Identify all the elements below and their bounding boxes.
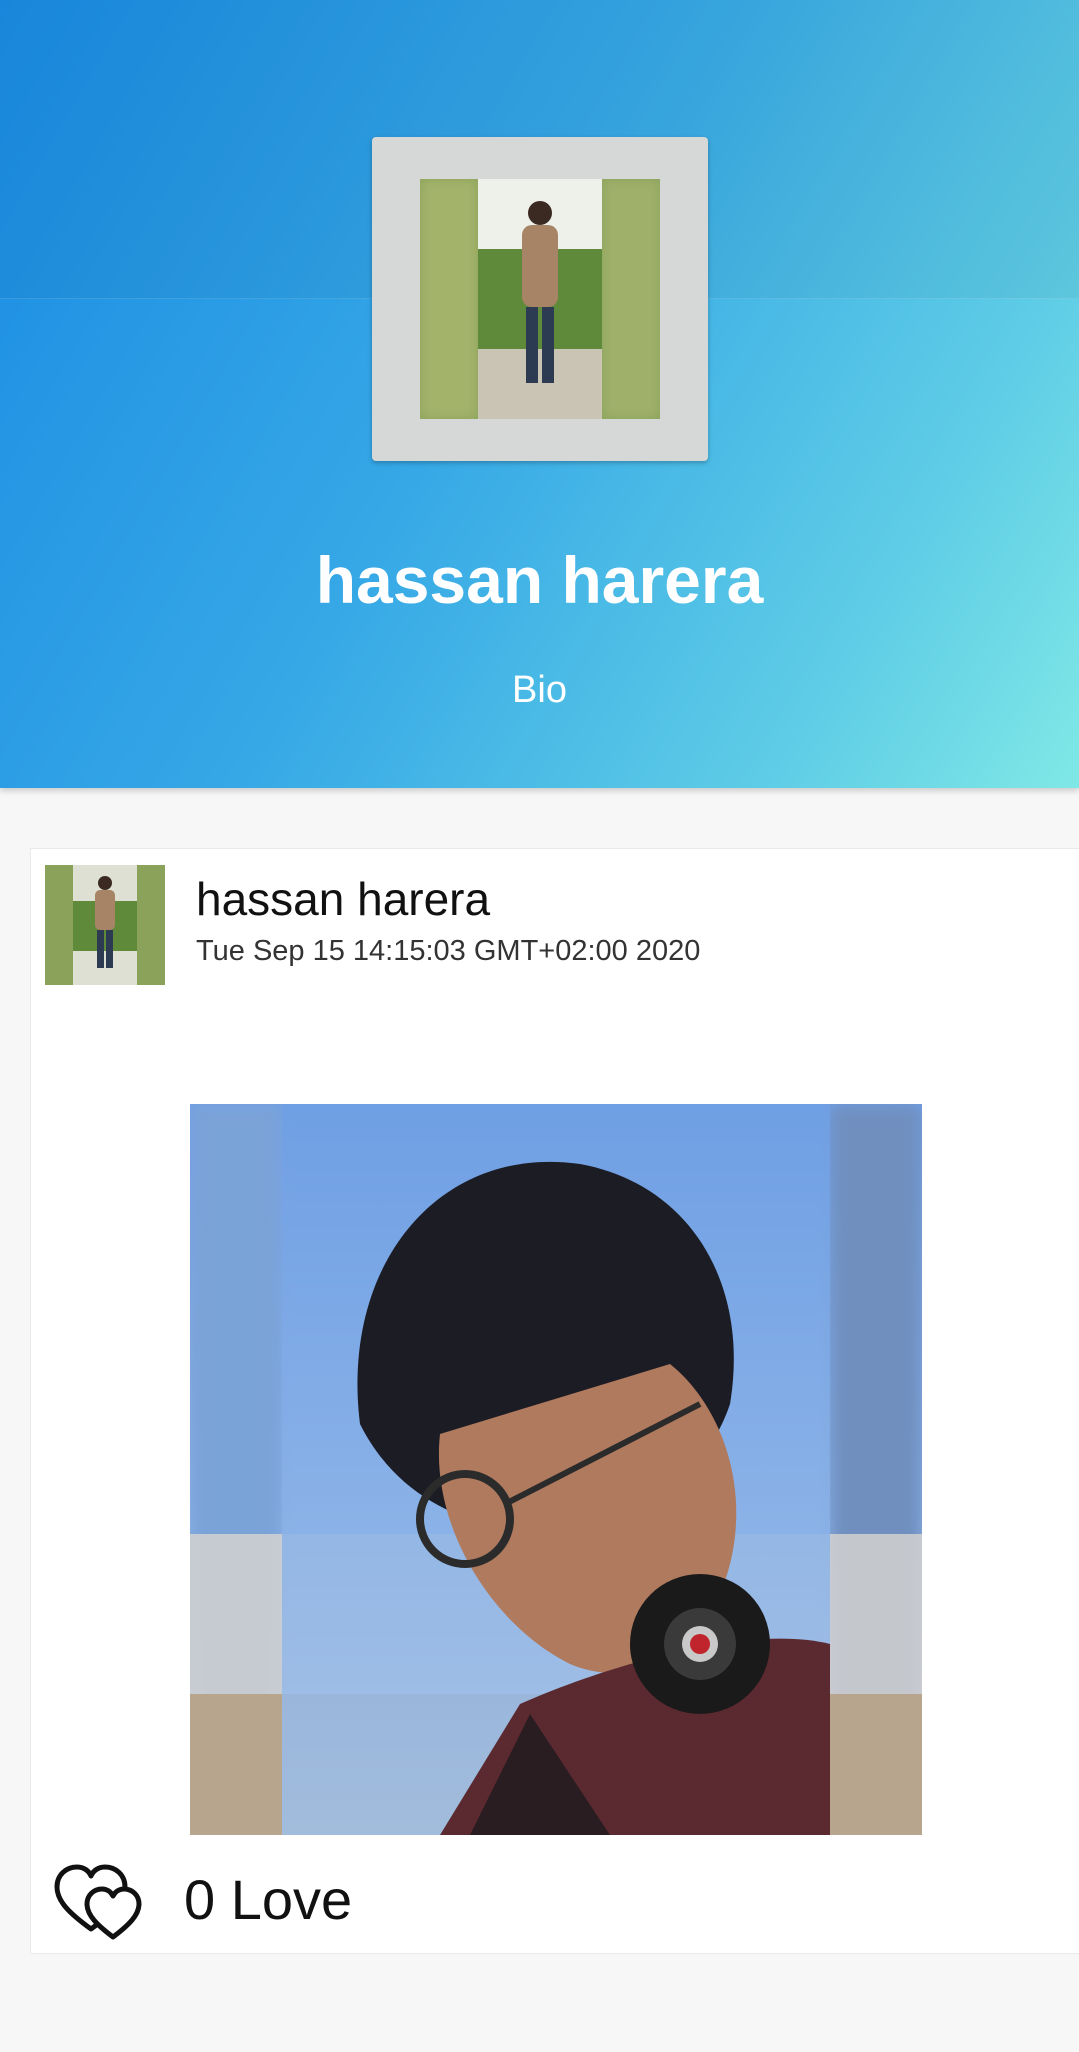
- avatar-person-illustration: [420, 179, 660, 419]
- love-button[interactable]: [51, 1857, 151, 1945]
- post-card: hassan harera Tue Sep 15 14:15:03 GMT+02…: [30, 848, 1079, 1954]
- hearts-icon: [54, 1864, 142, 1940]
- post-author-avatar[interactable]: [45, 865, 165, 985]
- profile-avatar-photo: [420, 179, 660, 419]
- thumb-person-illustration: [45, 865, 165, 985]
- profile-header: hassan harera Bio: [0, 0, 1079, 788]
- profile-avatar-frame[interactable]: [372, 137, 708, 461]
- love-count: 0 Love: [184, 1868, 353, 1931]
- profile-bio: Bio: [512, 669, 567, 711]
- profile-name: hassan harera: [315, 543, 764, 617]
- post-timestamp: Tue Sep 15 14:15:03 GMT+02:00 2020: [196, 935, 701, 967]
- post-image[interactable]: [190, 1104, 922, 1835]
- post-photo-illustration: [190, 1104, 922, 1835]
- post-author-name[interactable]: hassan harera: [196, 871, 490, 927]
